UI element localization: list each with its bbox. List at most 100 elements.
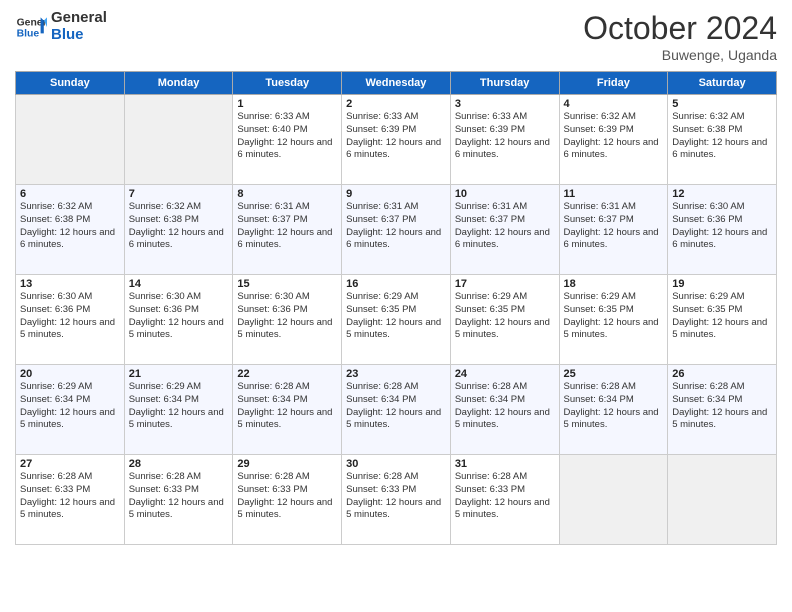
cell-day-number: 3 (455, 98, 555, 110)
cell-sun-info: Sunrise: 6:31 AMSunset: 6:37 PMDaylight:… (237, 201, 337, 252)
page: General Blue General Blue October 2024 B… (0, 0, 792, 612)
cell-sun-info: Sunrise: 6:30 AMSunset: 6:36 PMDaylight:… (129, 291, 229, 342)
calendar-cell: 14Sunrise: 6:30 AMSunset: 6:36 PMDayligh… (124, 275, 233, 365)
col-header-wednesday: Wednesday (342, 72, 451, 95)
calendar-cell: 23Sunrise: 6:28 AMSunset: 6:34 PMDayligh… (342, 365, 451, 455)
calendar-cell: 15Sunrise: 6:30 AMSunset: 6:36 PMDayligh… (233, 275, 342, 365)
calendar-cell: 30Sunrise: 6:28 AMSunset: 6:33 PMDayligh… (342, 455, 451, 545)
calendar-table: SundayMondayTuesdayWednesdayThursdayFrid… (15, 71, 777, 545)
cell-sun-info: Sunrise: 6:33 AMSunset: 6:40 PMDaylight:… (237, 111, 337, 162)
cell-day-number: 18 (564, 278, 664, 290)
cell-sun-info: Sunrise: 6:28 AMSunset: 6:34 PMDaylight:… (672, 381, 772, 432)
cell-sun-info: Sunrise: 6:29 AMSunset: 6:34 PMDaylight:… (20, 381, 120, 432)
calendar-cell: 27Sunrise: 6:28 AMSunset: 6:33 PMDayligh… (16, 455, 125, 545)
cell-sun-info: Sunrise: 6:28 AMSunset: 6:34 PMDaylight:… (237, 381, 337, 432)
cell-day-number: 5 (672, 98, 772, 110)
col-header-thursday: Thursday (450, 72, 559, 95)
cell-day-number: 8 (237, 188, 337, 200)
calendar-cell (124, 95, 233, 185)
cell-sun-info: Sunrise: 6:28 AMSunset: 6:34 PMDaylight:… (564, 381, 664, 432)
month-title: October 2024 (583, 10, 777, 47)
calendar-cell: 10Sunrise: 6:31 AMSunset: 6:37 PMDayligh… (450, 185, 559, 275)
calendar-cell: 2Sunrise: 6:33 AMSunset: 6:39 PMDaylight… (342, 95, 451, 185)
calendar-cell: 1Sunrise: 6:33 AMSunset: 6:40 PMDaylight… (233, 95, 342, 185)
calendar-cell: 5Sunrise: 6:32 AMSunset: 6:38 PMDaylight… (668, 95, 777, 185)
cell-sun-info: Sunrise: 6:29 AMSunset: 6:35 PMDaylight:… (672, 291, 772, 342)
cell-sun-info: Sunrise: 6:30 AMSunset: 6:36 PMDaylight:… (20, 291, 120, 342)
cell-sun-info: Sunrise: 6:28 AMSunset: 6:33 PMDaylight:… (20, 471, 120, 522)
cell-day-number: 15 (237, 278, 337, 290)
cell-day-number: 19 (672, 278, 772, 290)
cell-day-number: 11 (564, 188, 664, 200)
title-block: October 2024 Buwenge, Uganda (583, 10, 777, 63)
calendar-cell: 8Sunrise: 6:31 AMSunset: 6:37 PMDaylight… (233, 185, 342, 275)
calendar-cell (668, 455, 777, 545)
logo-line2: Blue (51, 27, 107, 44)
calendar-cell: 13Sunrise: 6:30 AMSunset: 6:36 PMDayligh… (16, 275, 125, 365)
cell-sun-info: Sunrise: 6:28 AMSunset: 6:34 PMDaylight:… (346, 381, 446, 432)
calendar-cell: 6Sunrise: 6:32 AMSunset: 6:38 PMDaylight… (16, 185, 125, 275)
cell-sun-info: Sunrise: 6:29 AMSunset: 6:35 PMDaylight:… (346, 291, 446, 342)
calendar-cell (559, 455, 668, 545)
cell-sun-info: Sunrise: 6:28 AMSunset: 6:34 PMDaylight:… (455, 381, 555, 432)
location: Buwenge, Uganda (583, 47, 777, 63)
cell-day-number: 24 (455, 368, 555, 380)
cell-day-number: 25 (564, 368, 664, 380)
cell-sun-info: Sunrise: 6:33 AMSunset: 6:39 PMDaylight:… (455, 111, 555, 162)
calendar-week-row: 20Sunrise: 6:29 AMSunset: 6:34 PMDayligh… (16, 365, 777, 455)
cell-day-number: 4 (564, 98, 664, 110)
cell-day-number: 16 (346, 278, 446, 290)
calendar-cell: 31Sunrise: 6:28 AMSunset: 6:33 PMDayligh… (450, 455, 559, 545)
calendar-cell: 20Sunrise: 6:29 AMSunset: 6:34 PMDayligh… (16, 365, 125, 455)
cell-sun-info: Sunrise: 6:28 AMSunset: 6:33 PMDaylight:… (129, 471, 229, 522)
cell-day-number: 23 (346, 368, 446, 380)
cell-day-number: 20 (20, 368, 120, 380)
cell-sun-info: Sunrise: 6:29 AMSunset: 6:35 PMDaylight:… (564, 291, 664, 342)
cell-sun-info: Sunrise: 6:31 AMSunset: 6:37 PMDaylight:… (564, 201, 664, 252)
col-header-tuesday: Tuesday (233, 72, 342, 95)
header: General Blue General Blue October 2024 B… (15, 10, 777, 63)
calendar-cell: 19Sunrise: 6:29 AMSunset: 6:35 PMDayligh… (668, 275, 777, 365)
cell-day-number: 17 (455, 278, 555, 290)
cell-day-number: 6 (20, 188, 120, 200)
cell-day-number: 21 (129, 368, 229, 380)
col-header-sunday: Sunday (16, 72, 125, 95)
cell-sun-info: Sunrise: 6:30 AMSunset: 6:36 PMDaylight:… (672, 201, 772, 252)
calendar-cell: 28Sunrise: 6:28 AMSunset: 6:33 PMDayligh… (124, 455, 233, 545)
cell-sun-info: Sunrise: 6:29 AMSunset: 6:35 PMDaylight:… (455, 291, 555, 342)
cell-sun-info: Sunrise: 6:31 AMSunset: 6:37 PMDaylight:… (455, 201, 555, 252)
calendar-cell: 22Sunrise: 6:28 AMSunset: 6:34 PMDayligh… (233, 365, 342, 455)
calendar-cell: 4Sunrise: 6:32 AMSunset: 6:39 PMDaylight… (559, 95, 668, 185)
cell-sun-info: Sunrise: 6:32 AMSunset: 6:38 PMDaylight:… (20, 201, 120, 252)
logo-line1: General (51, 10, 107, 27)
calendar-cell: 12Sunrise: 6:30 AMSunset: 6:36 PMDayligh… (668, 185, 777, 275)
cell-day-number: 31 (455, 458, 555, 470)
calendar-cell: 18Sunrise: 6:29 AMSunset: 6:35 PMDayligh… (559, 275, 668, 365)
cell-day-number: 13 (20, 278, 120, 290)
calendar-week-row: 27Sunrise: 6:28 AMSunset: 6:33 PMDayligh… (16, 455, 777, 545)
calendar-header-row: SundayMondayTuesdayWednesdayThursdayFrid… (16, 72, 777, 95)
calendar-cell: 11Sunrise: 6:31 AMSunset: 6:37 PMDayligh… (559, 185, 668, 275)
calendar-week-row: 6Sunrise: 6:32 AMSunset: 6:38 PMDaylight… (16, 185, 777, 275)
calendar-cell: 9Sunrise: 6:31 AMSunset: 6:37 PMDaylight… (342, 185, 451, 275)
cell-day-number: 14 (129, 278, 229, 290)
calendar-week-row: 13Sunrise: 6:30 AMSunset: 6:36 PMDayligh… (16, 275, 777, 365)
cell-sun-info: Sunrise: 6:32 AMSunset: 6:39 PMDaylight:… (564, 111, 664, 162)
calendar-cell: 25Sunrise: 6:28 AMSunset: 6:34 PMDayligh… (559, 365, 668, 455)
calendar-week-row: 1Sunrise: 6:33 AMSunset: 6:40 PMDaylight… (16, 95, 777, 185)
cell-day-number: 9 (346, 188, 446, 200)
cell-sun-info: Sunrise: 6:29 AMSunset: 6:34 PMDaylight:… (129, 381, 229, 432)
calendar-cell: 7Sunrise: 6:32 AMSunset: 6:38 PMDaylight… (124, 185, 233, 275)
svg-text:Blue: Blue (17, 28, 40, 39)
cell-sun-info: Sunrise: 6:33 AMSunset: 6:39 PMDaylight:… (346, 111, 446, 162)
cell-day-number: 12 (672, 188, 772, 200)
cell-day-number: 30 (346, 458, 446, 470)
cell-day-number: 27 (20, 458, 120, 470)
calendar-cell: 29Sunrise: 6:28 AMSunset: 6:33 PMDayligh… (233, 455, 342, 545)
cell-sun-info: Sunrise: 6:31 AMSunset: 6:37 PMDaylight:… (346, 201, 446, 252)
logo-icon: General Blue (15, 11, 47, 43)
col-header-saturday: Saturday (668, 72, 777, 95)
cell-sun-info: Sunrise: 6:28 AMSunset: 6:33 PMDaylight:… (346, 471, 446, 522)
calendar-cell: 16Sunrise: 6:29 AMSunset: 6:35 PMDayligh… (342, 275, 451, 365)
calendar-cell: 21Sunrise: 6:29 AMSunset: 6:34 PMDayligh… (124, 365, 233, 455)
